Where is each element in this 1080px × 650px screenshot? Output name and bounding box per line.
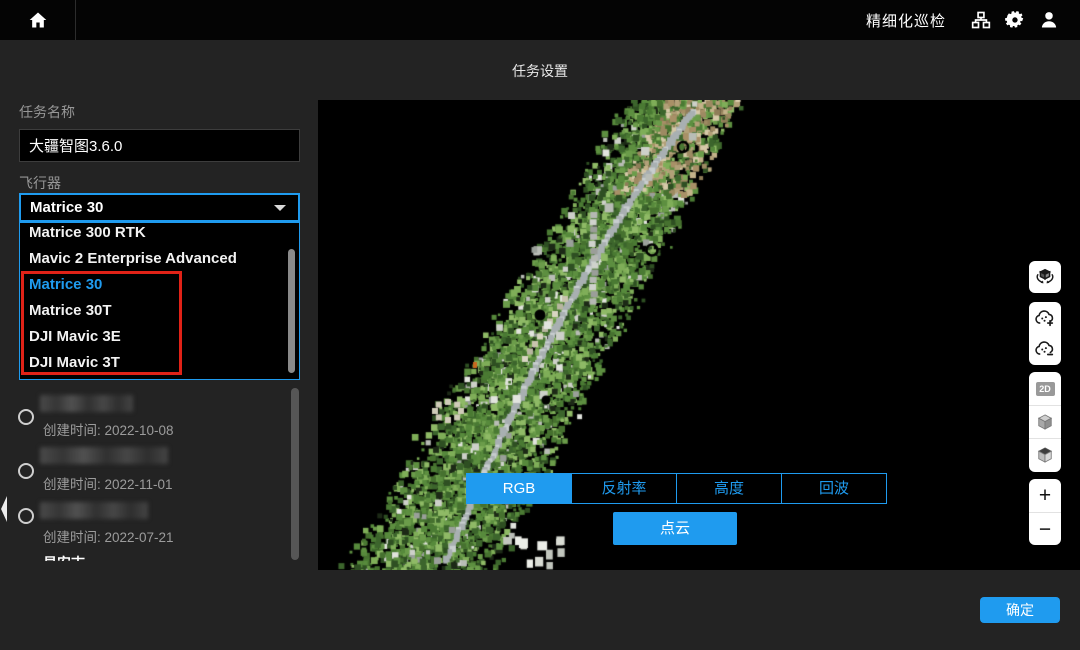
view-2d-button[interactable]: 2D xyxy=(1029,372,1061,405)
panel-scrollbar[interactable] xyxy=(291,388,299,560)
minus-icon: − xyxy=(1039,519,1051,540)
app-title: 精细化巡检 xyxy=(866,10,946,31)
dropdown-option-matrice-300-rtk[interactable]: Matrice 300 RTK xyxy=(20,222,299,246)
toolgroup-view: 2D xyxy=(1029,372,1061,472)
panel-collapse-handle[interactable] xyxy=(0,496,7,522)
dropdown-option-dji-mavic-3e[interactable]: DJI Mavic 3E xyxy=(20,324,299,350)
sitemap-button[interactable] xyxy=(970,9,992,31)
mode-button-reflectivity[interactable]: 反射率 xyxy=(571,473,677,504)
cloud-remove-points-button[interactable] xyxy=(1029,333,1061,365)
gear-icon xyxy=(1005,10,1025,30)
orbit-cube-icon xyxy=(1034,266,1056,288)
task-radio-1[interactable] xyxy=(18,409,34,425)
dropdown-option-matrice-30[interactable]: Matrice 30 xyxy=(20,272,299,298)
task-name-redacted-1 xyxy=(40,395,133,412)
top-bar: 精细化巡检 xyxy=(0,0,1080,40)
cube-dark-icon xyxy=(1035,445,1055,465)
aircraft-dropdown-list: Matrice 300 RTK Mavic 2 Enterprise Advan… xyxy=(19,222,300,380)
task-name-label: 任务名称 xyxy=(19,102,75,122)
sitemap-icon xyxy=(971,10,991,30)
chevron-down-icon xyxy=(274,205,286,211)
orbit-3d-button[interactable] xyxy=(1029,261,1061,293)
plus-icon: + xyxy=(1039,485,1051,506)
task-name-redacted-3 xyxy=(40,502,148,519)
user-icon xyxy=(1039,10,1059,30)
home-button[interactable] xyxy=(0,0,76,40)
toolgroup-zoom: + − xyxy=(1029,479,1061,545)
mode-button-rgb[interactable]: RGB xyxy=(466,473,572,504)
task-name-clipped: 易安志 xyxy=(43,553,163,561)
cloud-points-add-icon xyxy=(1034,307,1056,329)
mode-button-echo[interactable]: 回波 xyxy=(781,473,887,504)
aircraft-label: 飞行器 xyxy=(19,173,61,193)
settings-button[interactable] xyxy=(1004,9,1026,31)
cloud-points-minus-icon xyxy=(1034,338,1056,360)
cube-light-icon xyxy=(1035,412,1055,432)
task-created-3: 创建时间: 2022-07-21 xyxy=(43,526,174,546)
page-title: 任务设置 xyxy=(0,61,1080,81)
task-created-1: 创建时间: 2022-10-08 xyxy=(43,419,174,439)
zoom-out-button[interactable]: − xyxy=(1029,512,1061,545)
dropdown-scrollbar[interactable] xyxy=(288,249,295,373)
home-icon xyxy=(28,10,48,30)
task-name-input[interactable] xyxy=(19,129,300,162)
task-name-redacted-2 xyxy=(40,447,168,464)
cloud-add-points-button[interactable] xyxy=(1029,302,1061,333)
task-radio-2[interactable] xyxy=(18,463,34,479)
aircraft-select[interactable]: Matrice 30 xyxy=(19,193,300,222)
user-button[interactable] xyxy=(1038,9,1060,31)
confirm-button[interactable]: 确定 xyxy=(980,597,1060,623)
toolgroup-orbit xyxy=(1029,261,1061,293)
view-cube-light-button[interactable] xyxy=(1029,405,1061,438)
dropdown-option-mavic-2-enterprise-advanced[interactable]: Mavic 2 Enterprise Advanced xyxy=(20,246,299,272)
zoom-in-button[interactable]: + xyxy=(1029,479,1061,512)
task-radio-3[interactable] xyxy=(18,508,34,524)
aircraft-selected-value: Matrice 30 xyxy=(30,199,103,216)
mode-button-height[interactable]: 高度 xyxy=(676,473,782,504)
dropdown-option-matrice-30t[interactable]: Matrice 30T xyxy=(20,298,299,324)
view-cube-dark-button[interactable] xyxy=(1029,438,1061,471)
task-created-2: 创建时间: 2022-11-01 xyxy=(43,473,173,493)
point-cloud-button[interactable]: 点云 xyxy=(613,512,737,545)
render-mode-group: RGB 反射率 高度 回波 xyxy=(466,473,887,504)
dropdown-option-dji-mavic-3t[interactable]: DJI Mavic 3T xyxy=(20,350,299,376)
toolgroup-cloud xyxy=(1029,302,1061,365)
2d-badge-icon: 2D xyxy=(1036,382,1055,396)
